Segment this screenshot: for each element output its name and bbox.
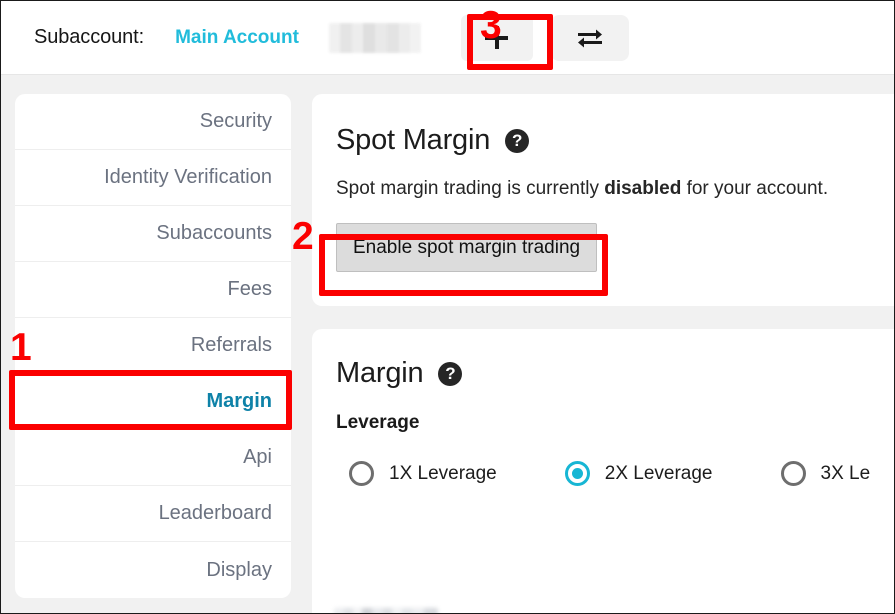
switch-subaccount-button[interactable] [550,14,629,61]
radio-icon-1x[interactable] [349,461,374,486]
spot-margin-status-text: Spot margin trading is currently disable… [336,178,894,200]
margin-panel: Margin ? Leverage 1X Leverage 2X Leverag… [312,329,894,613]
plus-icon [485,26,509,49]
leverage-heading: Leverage [336,412,420,433]
sidebar-item-margin[interactable]: Margin [15,374,291,430]
subaccount-label: Subaccount: [34,26,145,48]
leverage-option-label: 2X Leverage [604,462,713,484]
status-text-suffix: for your account. [681,178,829,199]
redacted-account-name [328,22,421,53]
leverage-option-3x[interactable]: 3X Le [780,461,871,486]
sidebar-item-label: Margin [206,390,272,412]
sidebar-item-label: Display [206,558,272,581]
subaccount-header: Subaccount: Main Account [1,1,894,75]
leverage-option-label: 3X Le [820,462,871,484]
main-account-link[interactable]: Main Account [175,27,299,49]
question-mark-icon[interactable]: ? [438,361,463,386]
sidebar-item-label: Fees [227,278,272,300]
page-title: Spot Margin [336,124,491,156]
radio-icon-3x[interactable] [780,461,806,486]
settings-page: Subaccount: Main Account Security Identi… [0,0,895,614]
status-badge: disabled [604,178,682,199]
sidebar-item-label: Api [243,446,272,468]
sidebar-item-label: Referrals [190,334,272,356]
sidebar-item-label: Subaccounts [156,222,272,244]
status-text-prefix: Spot margin trading is currently [336,178,605,199]
sidebar-item-subaccounts[interactable]: Subaccounts [15,206,291,262]
sidebar-item-display[interactable]: Display [15,542,291,598]
swap-arrows-icon [577,29,602,47]
leverage-radio-group: 1X Leverage 2X Leverage 3X Le [312,461,894,486]
sidebar-item-label: Leaderboard [158,502,272,524]
sidebar-item-referrals[interactable]: Referrals [15,318,291,374]
sidebar-item-identity-verification[interactable]: Identity Verification [15,150,291,206]
sidebar-item-leaderboard[interactable]: Leaderboard [15,486,291,542]
sidebar-item-fees[interactable]: Fees [15,262,291,318]
leverage-option-label: 1X Leverage [389,462,497,484]
add-subaccount-button[interactable] [460,14,533,61]
margin-title-row: Margin ? [336,357,894,390]
spot-margin-panel: Spot Margin ? Spot margin trading is cur… [312,94,894,306]
sidebar-item-api[interactable]: Api [15,430,291,486]
redacted-content-block [334,608,438,613]
settings-sidebar: Security Identity Verification Subaccoun… [15,94,291,598]
question-mark-icon[interactable]: ? [505,128,530,153]
subaccount-header-row: Subaccount: Main Account [34,1,629,74]
enable-spot-margin-trading-button[interactable]: Enable spot margin trading [336,223,598,272]
radio-icon-2x-selected[interactable] [564,461,590,486]
leverage-option-2x[interactable]: 2X Leverage [564,461,713,486]
sidebar-item-label: Security [199,110,272,132]
spot-margin-title-row: Spot Margin ? [336,124,894,157]
leverage-option-1x[interactable]: 1X Leverage [349,461,497,486]
margin-section-title: Margin [336,357,424,389]
sidebar-item-label: Identity Verification [104,166,272,188]
settings-body: Security Identity Verification Subaccoun… [1,75,894,613]
sidebar-item-security[interactable]: Security [15,94,291,150]
